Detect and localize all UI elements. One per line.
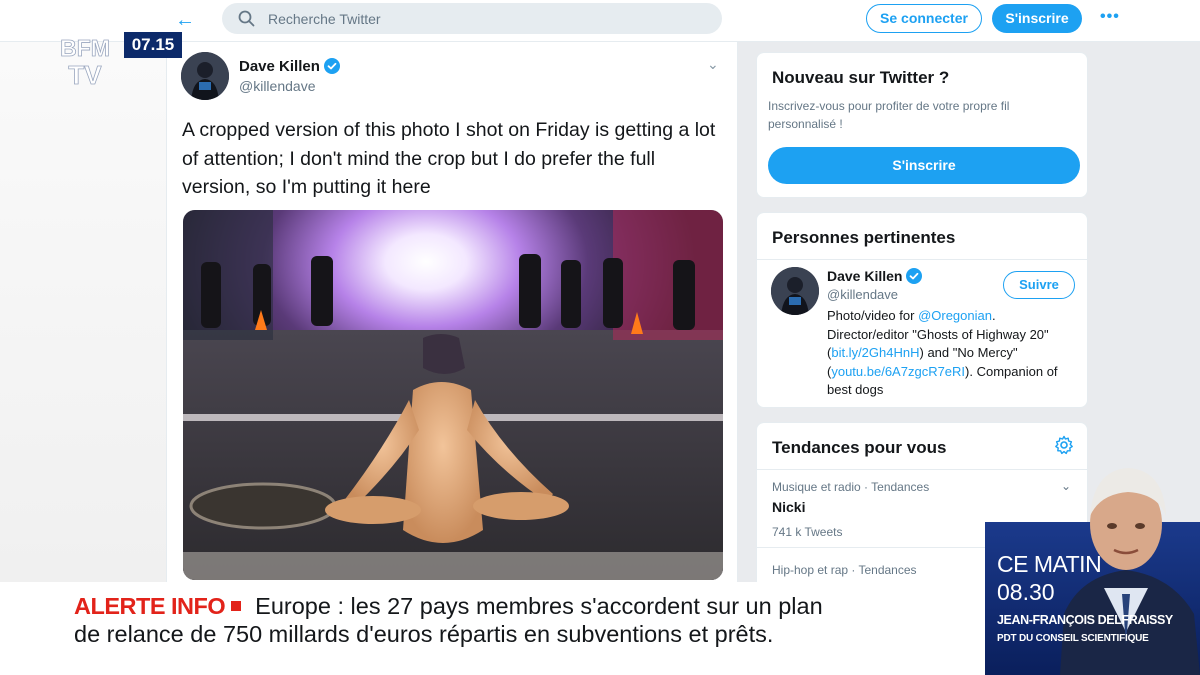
svg-text:TV: TV xyxy=(68,60,102,90)
search-icon xyxy=(238,10,255,27)
login-button[interactable]: Se connecter xyxy=(866,4,982,33)
card-divider xyxy=(757,469,1087,470)
trends-title: Tendances pour vous xyxy=(772,438,947,457)
street-protest-photo xyxy=(183,210,723,580)
tweet-text: A cropped version of this photo I shot o… xyxy=(182,119,716,198)
author-handle[interactable]: @killendave xyxy=(239,78,315,94)
card-divider xyxy=(757,259,1087,260)
bfmtv-logo-mark: BFM TV xyxy=(60,35,111,91)
search-box[interactable] xyxy=(222,3,722,34)
back-arrow-icon[interactable]: ← xyxy=(172,8,198,34)
alert-separator xyxy=(231,601,242,611)
trend-count: 741 k Tweets xyxy=(772,525,843,539)
gear-icon[interactable] xyxy=(1054,435,1074,455)
person-avatar[interactable] xyxy=(771,267,819,315)
follow-button[interactable]: Suivre xyxy=(1003,271,1075,299)
broadcast-clock: 07.15 xyxy=(124,32,182,58)
tweet-photo[interactable] xyxy=(183,210,723,580)
search-input[interactable] xyxy=(268,3,708,34)
sidebar-signup-button[interactable]: S'inscrire xyxy=(768,147,1080,184)
person-handle[interactable]: @killendave xyxy=(827,287,898,302)
new-on-twitter-description: Inscrivez-vous pour profiter de votre pr… xyxy=(768,99,1010,131)
avatar-image xyxy=(181,52,229,100)
new-on-twitter-card: Nouveau sur Twitter ? Inscrivez-vous pou… xyxy=(756,52,1088,198)
ticker-line-1: ALERTE INFO Europe : les 27 pays membres … xyxy=(74,593,823,620)
bio-link-oregonian[interactable]: @Oregonian xyxy=(918,308,992,323)
author-name[interactable]: Dave Killen xyxy=(239,58,340,75)
person-bio: Photo/video for @Oregonian. Director/edi… xyxy=(827,308,1058,397)
new-on-twitter-title: Nouveau sur Twitter ? xyxy=(772,68,950,87)
tweet-card: Dave Killen @killendave ⌄ A cropped vers… xyxy=(166,42,738,582)
trend-name[interactable]: Nicki xyxy=(772,499,805,515)
headline-line-2: de relance de 750 millards d'euros répar… xyxy=(74,621,774,647)
person-name[interactable]: Dave Killen xyxy=(827,268,923,284)
program-time: 08.30 xyxy=(997,579,1055,605)
guest-name: JEAN-FRANÇOIS DELFRAISSY xyxy=(997,613,1173,627)
bfmtv-logo: BFM TV xyxy=(54,34,116,91)
verified-badge-icon xyxy=(906,268,923,284)
bio-link-bitly[interactable]: bit.ly/2Gh4HnH xyxy=(831,345,919,360)
signup-button[interactable]: S'inscrire xyxy=(992,4,1082,33)
trend-meta: Hip-hop et rap · Tendances xyxy=(772,563,917,577)
guest-role: PDT DU CONSEIL SCIENTIFIQUE xyxy=(997,633,1149,644)
svg-text:BFM: BFM xyxy=(60,35,110,61)
chevron-down-icon[interactable]: ⌄ xyxy=(707,56,719,73)
relevant-people-title: Personnes pertinentes xyxy=(772,228,956,247)
more-options-icon[interactable]: ••• xyxy=(1100,8,1120,26)
program-title: CE MATIN xyxy=(997,551,1102,577)
bio-link-youtube[interactable]: youtu.be/6A7zgcR7eRI xyxy=(831,364,965,379)
trend-meta: Musique et radio · Tendances xyxy=(772,480,930,494)
alert-label: ALERTE INFO xyxy=(74,593,226,619)
author-avatar[interactable] xyxy=(181,52,229,100)
headline-line-1: Europe : les 27 pays membres s'accordent… xyxy=(255,593,823,619)
avatar-image xyxy=(771,267,819,315)
verified-badge-icon xyxy=(323,58,340,74)
background-shade xyxy=(0,42,166,582)
relevant-people-card: Personnes pertinentes Dave Killen @kille… xyxy=(756,212,1088,408)
